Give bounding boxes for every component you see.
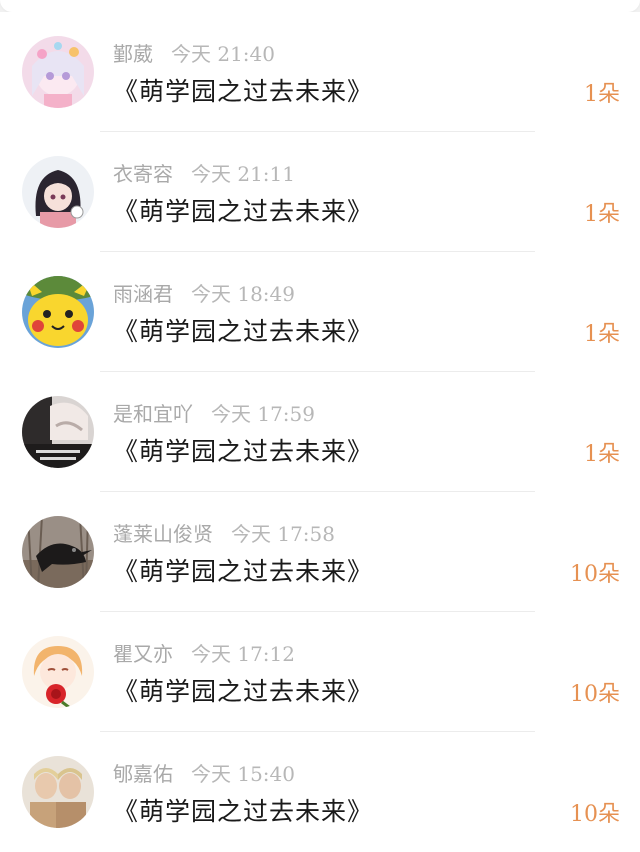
pikachu-avatar[interactable] — [22, 276, 94, 348]
sender-line: 郇嘉佑 今天 15:40 — [113, 758, 295, 786]
list-item[interactable]: 雨涵君 今天 18:49 《萌学园之过去未来》 1朵 — [0, 252, 640, 372]
list-item[interactable]: 是和宜吖 今天 17:59 《萌学园之过去未来》 1朵 — [0, 372, 640, 492]
previous-card-edge — [0, 0, 640, 12]
book-title: 《萌学园之过去未来》 — [113, 437, 374, 466]
send-time: 今天 17:59 — [211, 402, 315, 426]
gift-list: 鄞葳 今天 21:40 《萌学园之过去未来》 1朵 衣寄容 今天 21:11 《萌学… — [0, 12, 640, 852]
sender-line: 鄞葳 今天 21:40 — [113, 38, 275, 66]
flower-count: 1朵 — [584, 202, 620, 227]
send-time: 今天 15:40 — [191, 762, 295, 786]
sender-name: 瞿又亦 — [113, 642, 173, 666]
sender-name: 鄞葳 — [113, 42, 153, 66]
flower-count: 1朵 — [584, 82, 620, 107]
flower-count: 1朵 — [584, 442, 620, 467]
send-time: 今天 17:58 — [231, 522, 335, 546]
two-people-avatar[interactable] — [22, 756, 94, 828]
flower-count: 10朵 — [570, 562, 620, 587]
dark-hair-girl-avatar[interactable] — [22, 156, 94, 228]
list-item[interactable]: 郇嘉佑 今天 15:40 《萌学园之过去未来》 10朵 — [0, 732, 640, 852]
send-time: 今天 17:12 — [191, 642, 295, 666]
photo-collage-avatar[interactable] — [22, 396, 94, 468]
book-title: 《萌学园之过去未来》 — [113, 557, 374, 586]
send-time: 今天 21:40 — [171, 42, 275, 66]
list-item[interactable]: 鄞葳 今天 21:40 《萌学园之过去未来》 1朵 — [0, 12, 640, 132]
send-time: 今天 21:11 — [191, 162, 295, 186]
list-item[interactable]: 瞿又亦 今天 17:12 《萌学园之过去未来》 10朵 — [0, 612, 640, 732]
list-item[interactable]: 衣寄容 今天 21:11 《萌学园之过去未来》 1朵 — [0, 132, 640, 252]
flower-count: 10朵 — [570, 802, 620, 827]
sender-name: 衣寄容 — [113, 162, 173, 186]
book-title: 《萌学园之过去未来》 — [113, 317, 374, 346]
sender-name: 是和宜吖 — [113, 402, 193, 426]
sender-line: 衣寄容 今天 21:11 — [113, 158, 295, 186]
flower-count: 10朵 — [570, 682, 620, 707]
crow-avatar[interactable] — [22, 516, 94, 588]
sender-name: 雨涵君 — [113, 282, 173, 306]
book-title: 《萌学园之过去未来》 — [113, 677, 374, 706]
sender-line: 瞿又亦 今天 17:12 — [113, 638, 295, 666]
sender-name: 郇嘉佑 — [113, 762, 173, 786]
book-title: 《萌学园之过去未来》 — [113, 197, 374, 226]
flower-count: 1朵 — [584, 322, 620, 347]
book-title: 《萌学园之过去未来》 — [113, 77, 374, 106]
sender-name: 蓬莱山俊贤 — [113, 522, 213, 546]
list-item[interactable]: 蓬莱山俊贤 今天 17:58 《萌学园之过去未来》 10朵 — [0, 492, 640, 612]
anime-girl-avatar[interactable] — [22, 36, 94, 108]
sender-line: 蓬莱山俊贤 今天 17:58 — [113, 518, 335, 546]
send-time: 今天 18:49 — [191, 282, 295, 306]
rose-girl-avatar[interactable] — [22, 636, 94, 708]
book-title: 《萌学园之过去未来》 — [113, 797, 374, 826]
sender-line: 是和宜吖 今天 17:59 — [113, 398, 315, 426]
sender-line: 雨涵君 今天 18:49 — [113, 278, 295, 306]
